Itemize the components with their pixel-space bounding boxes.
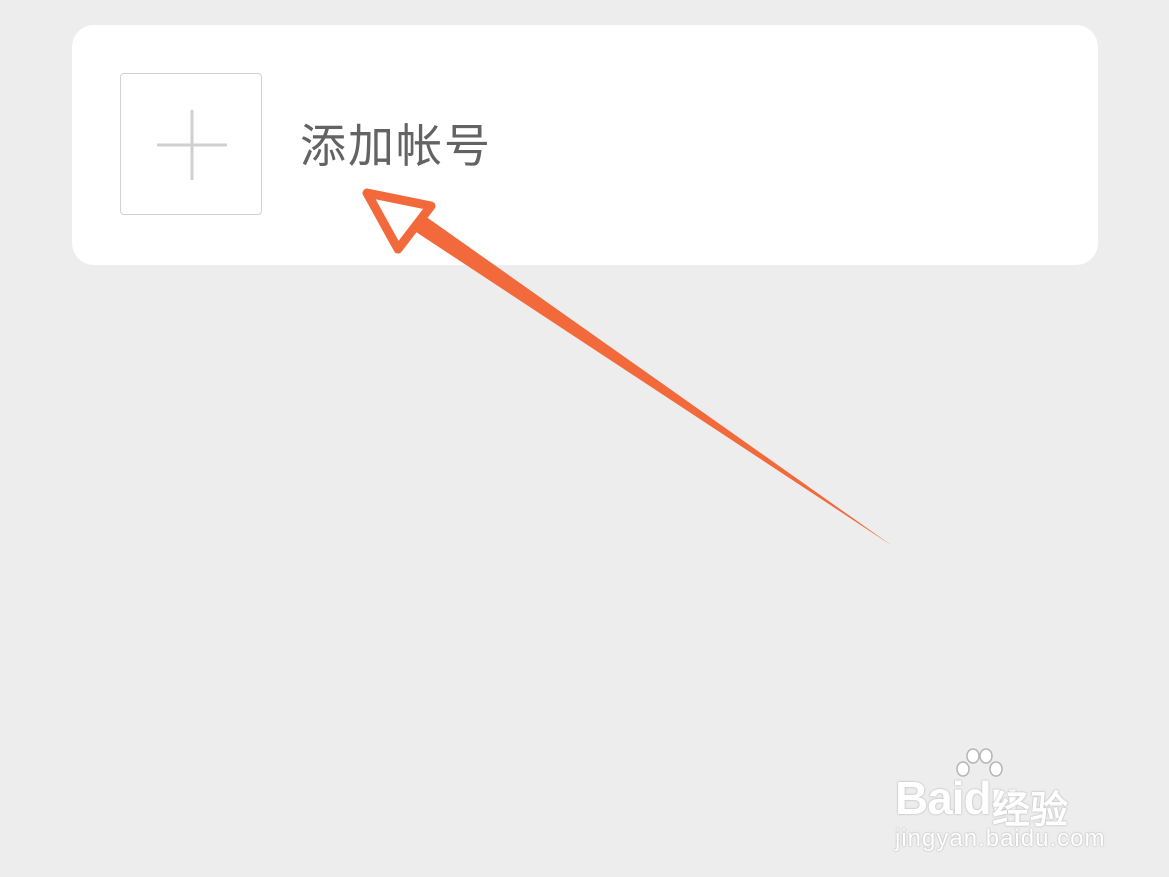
paw-icon [956, 748, 1003, 777]
watermark-jingyan: 经验 [992, 788, 1069, 832]
watermark-url: jingyan.baidu.com [895, 825, 1106, 852]
watermark-brand-latin: Bai [895, 772, 965, 824]
watermark-brand-du: du [963, 772, 1019, 824]
arrow-shaft [413, 216, 891, 545]
add-account-card[interactable]: 添加帐号 [72, 25, 1098, 265]
add-account-label[interactable]: 添加帐号 [300, 113, 492, 179]
plus-icon [157, 110, 227, 180]
baidu-jingyan-watermark: Baidu 经验 jingyan.baidu.com [895, 745, 1125, 860]
add-account-button[interactable] [120, 73, 262, 215]
watermark-brand: Baidu [895, 771, 1019, 825]
